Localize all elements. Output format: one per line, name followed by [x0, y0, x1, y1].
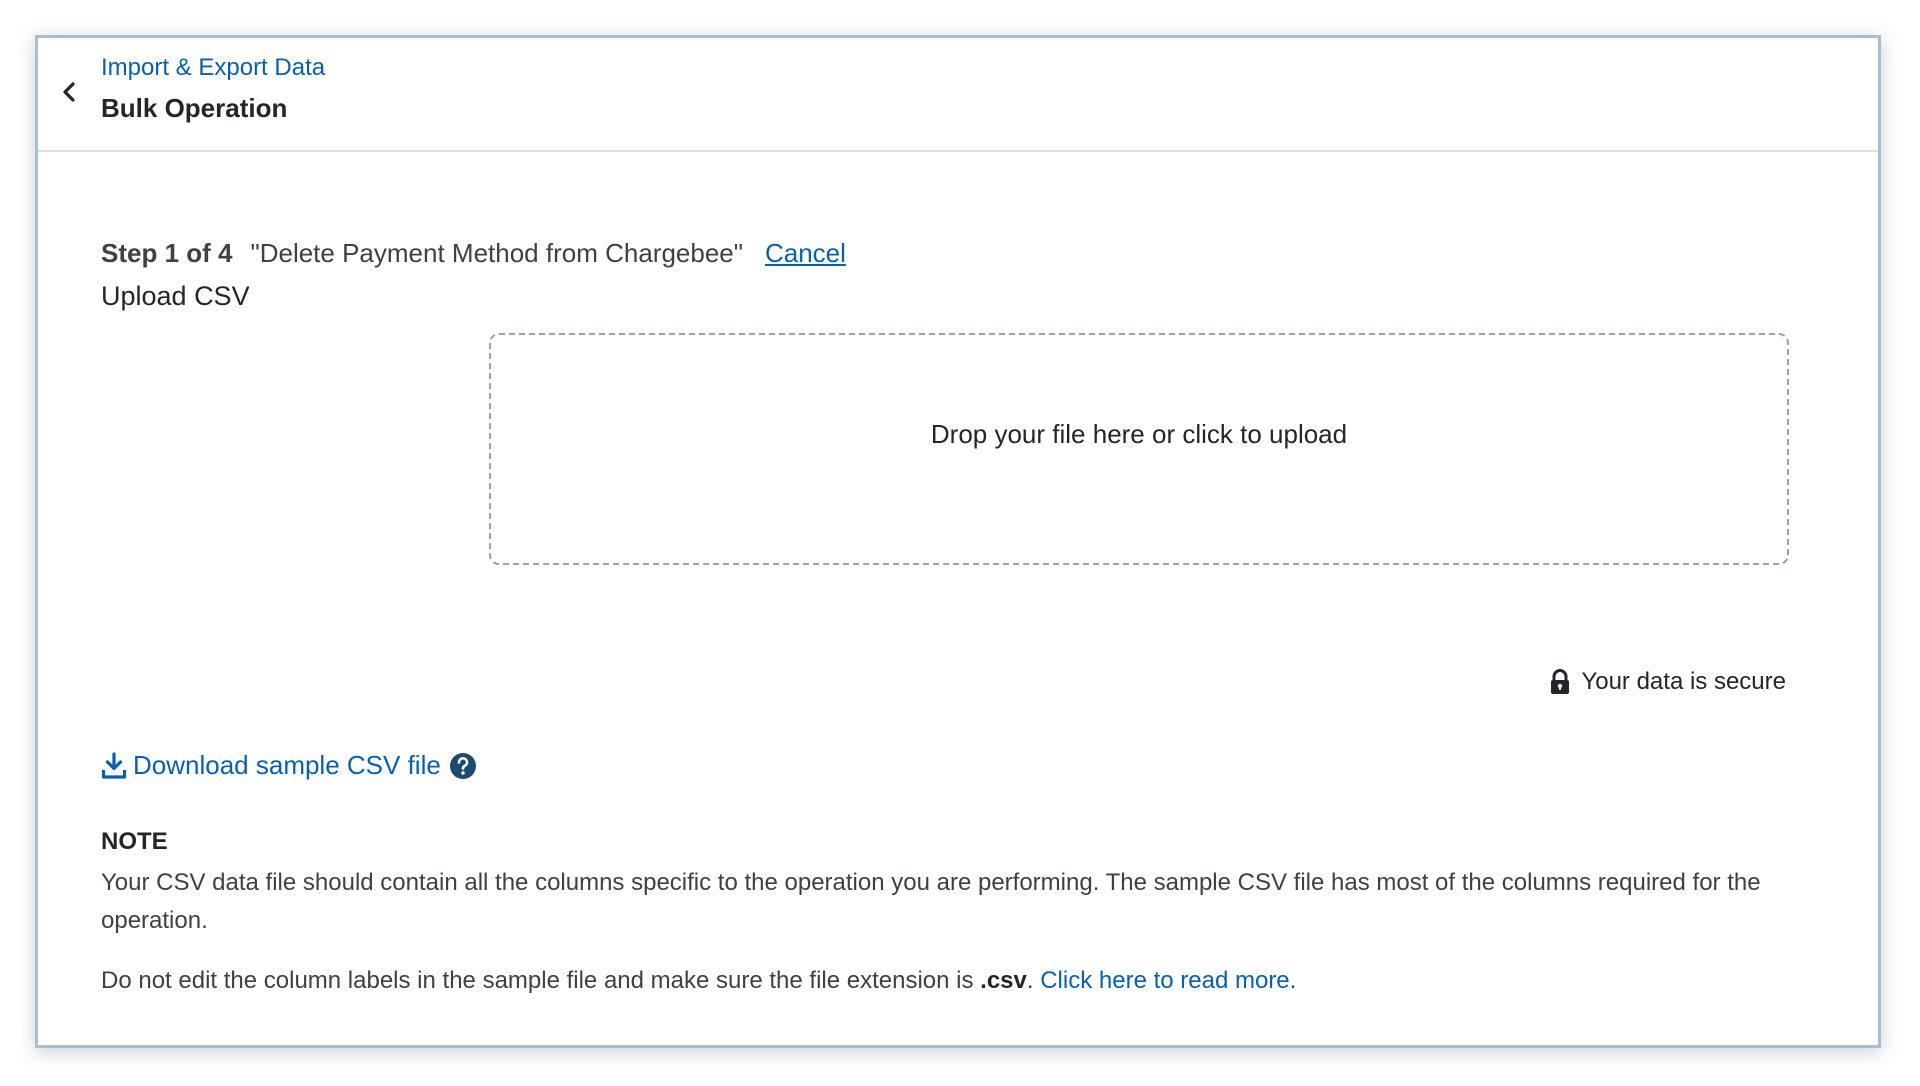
cancel-link[interactable]: Cancel — [765, 238, 846, 268]
download-sample-link[interactable]: Download sample CSV file — [101, 750, 477, 781]
note-text: Do not edit the column labels in the sam… — [101, 967, 981, 994]
page-header: Import & Export Data Bulk Operation — [38, 38, 1878, 152]
lock-icon — [1549, 669, 1571, 695]
note-paragraph-extension: Do not edit the column labels in the sam… — [101, 962, 1801, 1000]
read-more-link[interactable]: Click here to read more — [1040, 967, 1289, 994]
operation-name: "Delete Payment Method from Chargebee" — [250, 238, 743, 268]
note-end: . — [1289, 967, 1297, 994]
note-separator: . — [1026, 967, 1041, 994]
note-paragraph-columns: Your CSV data file should contain all th… — [101, 869, 1761, 934]
security-text: Your data is secure — [1581, 668, 1786, 695]
back-button[interactable] — [50, 72, 90, 112]
chevron-left-icon — [50, 72, 90, 112]
note-body: Your CSV data file should contain all th… — [101, 864, 1801, 1000]
note-heading: NOTE — [101, 828, 168, 855]
file-dropzone[interactable]: Drop your file here or click to upload — [489, 333, 1789, 565]
bulk-operation-panel: Import & Export Data Bulk Operation Step… — [35, 35, 1881, 1048]
download-label: Download sample CSV file — [133, 750, 441, 780]
upload-csv-heading: Upload CSV — [101, 281, 250, 311]
download-icon — [101, 751, 127, 780]
security-notice: Your data is secure — [1549, 668, 1786, 696]
question-circle-icon[interactable] — [449, 752, 477, 780]
dropzone-text: Drop your file here or click to upload — [930, 418, 1348, 449]
step-indicator: Step 1 of 4 "Delete Payment Method from C… — [101, 238, 846, 269]
page-title: Bulk Operation — [101, 93, 288, 123]
breadcrumb-link[interactable]: Import & Export Data — [101, 54, 325, 82]
step-number: Step 1 of 4 — [101, 238, 233, 268]
file-extension: .csv — [980, 967, 1027, 994]
